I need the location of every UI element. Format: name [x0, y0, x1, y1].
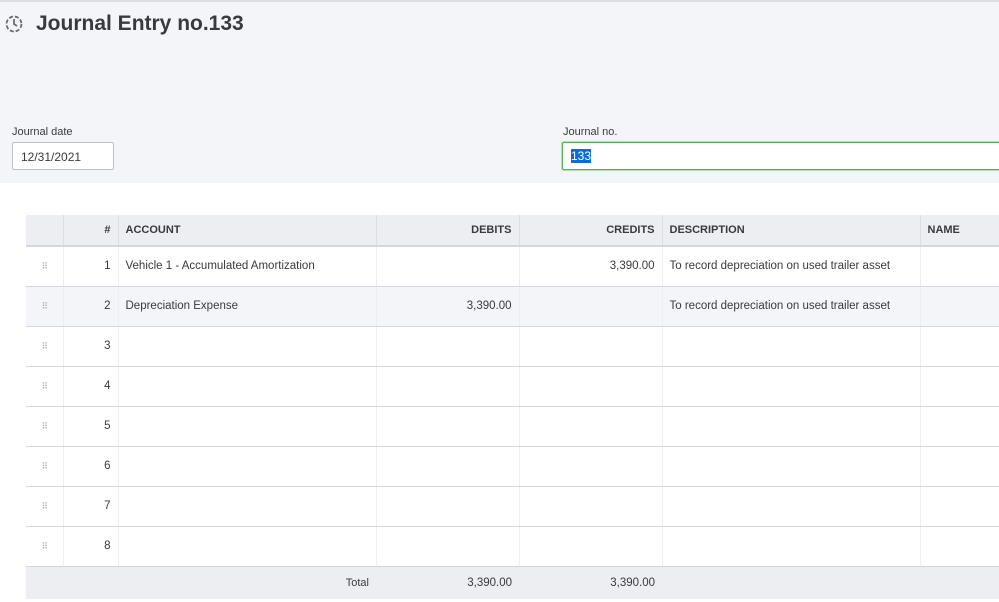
table-row[interactable]: ⠿ 2 Depreciation Expense 3,390.00 To record … [26, 286, 999, 327]
credit-cell[interactable] [518, 286, 662, 327]
name-cell[interactable] [919, 406, 999, 447]
credit-cell[interactable] [518, 486, 662, 527]
line-number: 5 [62, 406, 118, 447]
debit-cell[interactable]: 3,390.00 [375, 286, 519, 327]
col-description: DESCRIPTION [661, 215, 920, 247]
recent-transactions-icon[interactable] [4, 14, 24, 34]
credit-cell[interactable] [518, 446, 662, 487]
drag-handle-icon[interactable]: ⠿ [26, 486, 63, 527]
journal-no-label: Journal no. [563, 126, 618, 138]
description-cell[interactable]: To record depreciation on used trailer a… [661, 246, 920, 287]
debit-cell[interactable] [375, 526, 519, 567]
total-label: Total [118, 566, 376, 599]
description-cell[interactable] [661, 526, 920, 567]
account-cell[interactable] [117, 406, 376, 447]
total-row: Total 3,390.00 3,390.00 [26, 566, 999, 599]
credit-cell[interactable] [518, 406, 662, 447]
account-cell[interactable]: Depreciation Expense [117, 286, 376, 327]
line-number: 8 [62, 526, 118, 567]
journal-no-value: 133 [571, 149, 592, 163]
credit-cell[interactable] [518, 366, 662, 407]
table-row[interactable]: ⠿ 7 [26, 486, 999, 527]
line-number: 4 [62, 366, 118, 407]
total-debits: 3,390.00 [376, 566, 519, 599]
line-number: 3 [62, 326, 118, 367]
credit-cell[interactable] [518, 326, 662, 367]
table-row[interactable]: ⠿ 1 Vehicle 1 - Accumulated Amortization 3,… [26, 246, 999, 287]
name-cell[interactable] [919, 326, 999, 367]
debit-cell[interactable] [375, 326, 519, 367]
drag-handle-icon[interactable]: ⠿ [26, 286, 63, 327]
drag-handle-icon[interactable]: ⠿ [26, 526, 63, 567]
table-row[interactable]: ⠿ 8 [26, 526, 999, 567]
journal-date-label: Journal date [12, 126, 73, 138]
account-cell[interactable] [117, 446, 376, 487]
col-drag [26, 215, 63, 247]
table-row[interactable]: ⠿ 4 [26, 366, 999, 407]
debit-cell[interactable] [375, 446, 519, 487]
journal-lines-table: # ACCOUNT DEBITS CREDITS DESCRIPTION NAM… [26, 215, 999, 599]
col-credits: CREDITS [518, 215, 662, 247]
name-cell[interactable] [919, 246, 999, 287]
account-cell[interactable] [117, 326, 376, 367]
account-cell[interactable] [117, 526, 376, 567]
description-cell[interactable] [661, 406, 920, 447]
credit-cell[interactable] [518, 526, 662, 567]
description-cell[interactable] [661, 326, 920, 367]
line-number: 6 [62, 446, 118, 487]
table-row[interactable]: ⠿ 6 [26, 446, 999, 487]
table-header: # ACCOUNT DEBITS CREDITS DESCRIPTION NAM… [26, 215, 999, 247]
name-cell[interactable] [919, 486, 999, 527]
drag-handle-icon[interactable]: ⠿ [26, 246, 63, 287]
debit-cell[interactable] [375, 406, 519, 447]
journal-no-input[interactable]: 133 [562, 142, 999, 170]
total-credits: 3,390.00 [519, 566, 662, 599]
name-cell[interactable] [919, 526, 999, 567]
name-cell[interactable] [919, 286, 999, 327]
description-cell[interactable] [661, 366, 920, 407]
name-cell[interactable] [919, 366, 999, 407]
drag-handle-icon[interactable]: ⠿ [26, 446, 63, 487]
account-cell[interactable] [117, 486, 376, 527]
name-cell[interactable] [919, 446, 999, 487]
col-number: # [62, 215, 118, 247]
page-title: Journal Entry no.133 [36, 12, 244, 35]
debit-cell[interactable] [375, 246, 519, 287]
description-cell[interactable]: To record depreciation on used trailer a… [661, 286, 920, 327]
table-row[interactable]: ⠿ 3 [26, 326, 999, 367]
account-cell[interactable] [117, 366, 376, 407]
drag-handle-icon[interactable]: ⠿ [26, 406, 63, 447]
debit-cell[interactable] [375, 486, 519, 527]
account-cell[interactable]: Vehicle 1 - Accumulated Amortization [117, 246, 376, 287]
description-cell[interactable] [661, 486, 920, 527]
col-name: NAME [919, 215, 999, 247]
description-cell[interactable] [661, 446, 920, 487]
drag-handle-icon[interactable]: ⠿ [26, 326, 63, 367]
drag-handle-icon[interactable]: ⠿ [26, 366, 63, 407]
line-number: 2 [62, 286, 118, 327]
credit-cell[interactable]: 3,390.00 [518, 246, 662, 287]
col-debits: DEBITS [375, 215, 519, 247]
line-number: 7 [62, 486, 118, 527]
journal-date-input[interactable]: 12/31/2021 [12, 142, 114, 170]
table-row[interactable]: ⠿ 5 [26, 406, 999, 447]
col-account: ACCOUNT [117, 215, 376, 247]
debit-cell[interactable] [375, 366, 519, 407]
header-panel: Journal Entry no.133 Journal date 12/31/… [0, 0, 999, 183]
line-number: 1 [62, 246, 118, 287]
